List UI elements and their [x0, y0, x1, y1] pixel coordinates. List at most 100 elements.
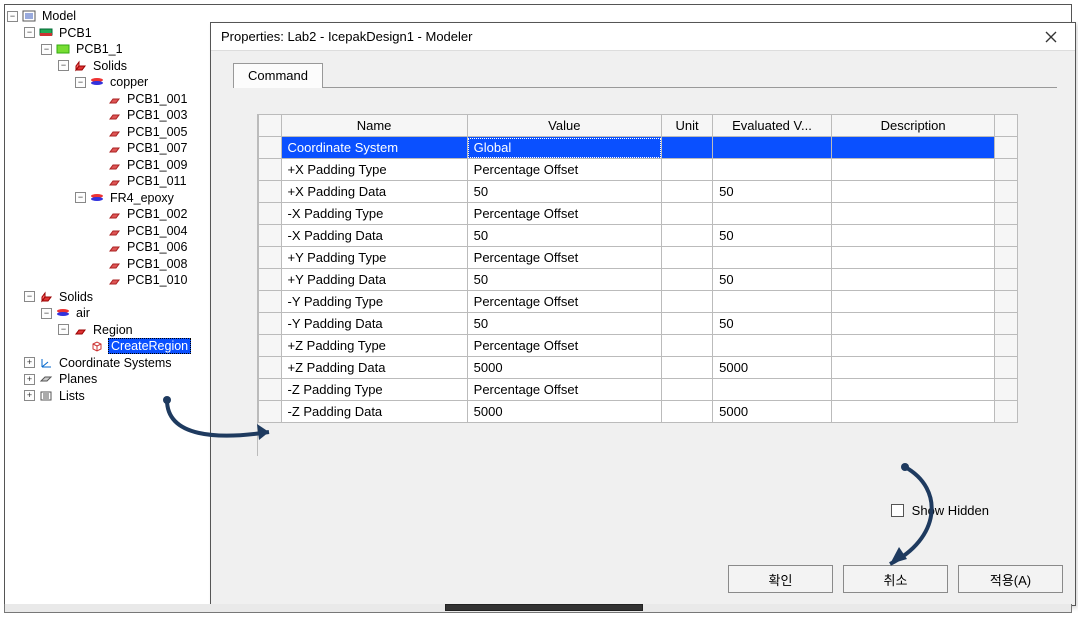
- cell-desc[interactable]: [831, 137, 995, 159]
- cell-unit[interactable]: [662, 137, 713, 159]
- ok-button[interactable]: 확인: [728, 565, 833, 593]
- collapse-icon[interactable]: −: [58, 60, 69, 71]
- collapse-icon[interactable]: −: [75, 77, 86, 88]
- cell-desc[interactable]: [831, 159, 995, 181]
- cell-value[interactable]: 5000: [467, 401, 661, 423]
- cell-eval[interactable]: 50: [713, 225, 832, 247]
- tree-node-planes[interactable]: + Planes: [22, 371, 215, 388]
- cell-eval[interactable]: [713, 335, 832, 357]
- tree-leaf-fr4[interactable]: PCB1_010: [90, 272, 215, 289]
- cell-desc[interactable]: [831, 357, 995, 379]
- cell-name[interactable]: -X Padding Type: [281, 203, 467, 225]
- cell-eval[interactable]: 50: [713, 269, 832, 291]
- cell-value[interactable]: 50: [467, 225, 661, 247]
- tree-leaf-fr4[interactable]: PCB1_004: [90, 223, 215, 240]
- cell-name[interactable]: Coordinate System: [281, 137, 467, 159]
- property-grid[interactable]: Name Value Unit Evaluated V... Descripti…: [257, 114, 1057, 456]
- expand-icon[interactable]: +: [24, 390, 35, 401]
- cell-name[interactable]: -Z Padding Type: [281, 379, 467, 401]
- collapse-icon[interactable]: −: [75, 192, 86, 203]
- cell-value[interactable]: 50: [467, 313, 661, 335]
- col-desc[interactable]: Description: [831, 115, 995, 137]
- close-button[interactable]: [1031, 26, 1071, 48]
- cell-desc[interactable]: [831, 379, 995, 401]
- scrollbar-thumb[interactable]: [445, 604, 643, 611]
- tree-node-createregion[interactable]: CreateRegion: [73, 338, 215, 355]
- grid-row[interactable]: +Y Padding Data5050: [259, 269, 1018, 291]
- tree-leaf-fr4[interactable]: PCB1_008: [90, 256, 215, 273]
- cell-eval[interactable]: [713, 247, 832, 269]
- tree-node-fr4[interactable]: − FR4_epoxy: [73, 190, 215, 207]
- cell-value[interactable]: Global: [467, 137, 661, 159]
- grid-row[interactable]: -Y Padding Data5050: [259, 313, 1018, 335]
- collapse-icon[interactable]: −: [41, 44, 52, 55]
- tree-leaf-copper[interactable]: PCB1_011: [90, 173, 215, 190]
- cell-value[interactable]: Percentage Offset: [467, 247, 661, 269]
- cell-eval[interactable]: [713, 203, 832, 225]
- cell-value[interactable]: Percentage Offset: [467, 335, 661, 357]
- tree-node-air[interactable]: − air: [39, 305, 215, 322]
- tree-node-coordinate-systems[interactable]: + Coordinate Systems: [22, 355, 215, 372]
- tree-node-model[interactable]: − Model: [5, 8, 215, 25]
- cell-unit[interactable]: [662, 291, 713, 313]
- cell-unit[interactable]: [662, 401, 713, 423]
- tree-leaf-copper[interactable]: PCB1_005: [90, 124, 215, 141]
- show-hidden-option[interactable]: Show Hidden: [891, 503, 989, 518]
- cell-unit[interactable]: [662, 159, 713, 181]
- cell-eval[interactable]: 50: [713, 313, 832, 335]
- tree-leaf-fr4[interactable]: PCB1_002: [90, 206, 215, 223]
- grid-row[interactable]: +Y Padding TypePercentage Offset: [259, 247, 1018, 269]
- col-unit[interactable]: Unit: [662, 115, 713, 137]
- col-name[interactable]: Name: [281, 115, 467, 137]
- cell-name[interactable]: -Z Padding Data: [281, 401, 467, 423]
- cell-name[interactable]: -Y Padding Data: [281, 313, 467, 335]
- cell-desc[interactable]: [831, 225, 995, 247]
- cell-name[interactable]: -Y Padding Type: [281, 291, 467, 313]
- cell-eval[interactable]: [713, 291, 832, 313]
- cell-value[interactable]: Percentage Offset: [467, 379, 661, 401]
- tree-leaf-copper[interactable]: PCB1_003: [90, 107, 215, 124]
- checkbox-icon[interactable]: [891, 504, 904, 517]
- tree-node-lists[interactable]: + Lists: [22, 388, 215, 405]
- cell-unit[interactable]: [662, 357, 713, 379]
- cell-unit[interactable]: [662, 269, 713, 291]
- cell-unit[interactable]: [662, 203, 713, 225]
- cell-desc[interactable]: [831, 335, 995, 357]
- cell-name[interactable]: +Y Padding Data: [281, 269, 467, 291]
- cell-value[interactable]: Percentage Offset: [467, 159, 661, 181]
- cell-eval[interactable]: [713, 379, 832, 401]
- horizontal-scrollbar[interactable]: [4, 604, 1072, 613]
- cell-unit[interactable]: [662, 181, 713, 203]
- cell-desc[interactable]: [831, 401, 995, 423]
- tree-leaf-copper[interactable]: PCB1_001: [90, 91, 215, 108]
- collapse-icon[interactable]: −: [41, 308, 52, 319]
- cell-value[interactable]: 50: [467, 269, 661, 291]
- tab-command[interactable]: Command: [233, 63, 323, 88]
- grid-row[interactable]: -Y Padding TypePercentage Offset: [259, 291, 1018, 313]
- col-eval[interactable]: Evaluated V...: [713, 115, 832, 137]
- collapse-icon[interactable]: −: [24, 27, 35, 38]
- cell-value[interactable]: 5000: [467, 357, 661, 379]
- tree-node-solids[interactable]: − Solids: [56, 58, 215, 75]
- grid-row[interactable]: -X Padding Data5050: [259, 225, 1018, 247]
- cell-eval[interactable]: 5000: [713, 401, 832, 423]
- cell-value[interactable]: Percentage Offset: [467, 291, 661, 313]
- col-value[interactable]: Value: [467, 115, 661, 137]
- cancel-button[interactable]: 취소: [843, 565, 948, 593]
- cell-unit[interactable]: [662, 379, 713, 401]
- cell-value[interactable]: Percentage Offset: [467, 203, 661, 225]
- cell-name[interactable]: +Z Padding Type: [281, 335, 467, 357]
- tree-node-pcb1-1[interactable]: − PCB1_1: [39, 41, 215, 58]
- cell-unit[interactable]: [662, 247, 713, 269]
- tree-leaf-fr4[interactable]: PCB1_006: [90, 239, 215, 256]
- tree-node-pcb1[interactable]: − PCB1: [22, 25, 215, 42]
- grid-row[interactable]: +X Padding TypePercentage Offset: [259, 159, 1018, 181]
- cell-eval[interactable]: [713, 159, 832, 181]
- expand-icon[interactable]: +: [24, 374, 35, 385]
- cell-name[interactable]: +Z Padding Data: [281, 357, 467, 379]
- grid-row[interactable]: +Z Padding Data50005000: [259, 357, 1018, 379]
- cell-eval[interactable]: 5000: [713, 357, 832, 379]
- grid-row[interactable]: -Z Padding TypePercentage Offset: [259, 379, 1018, 401]
- cell-desc[interactable]: [831, 181, 995, 203]
- titlebar[interactable]: Properties: Lab2 - IcepakDesign1 - Model…: [211, 23, 1075, 51]
